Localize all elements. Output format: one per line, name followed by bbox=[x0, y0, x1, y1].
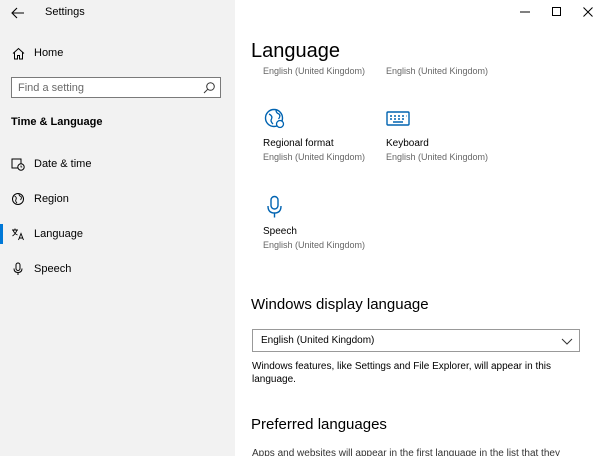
keyboard-icon bbox=[386, 111, 410, 126]
display-language-description: Windows features, like Settings and File… bbox=[252, 361, 552, 385]
maximize-button[interactable] bbox=[542, 2, 572, 22]
sidebar-item-date-time[interactable]: Date & time bbox=[0, 149, 235, 179]
sidebar-item-label: Home bbox=[34, 47, 64, 59]
search-box[interactable] bbox=[11, 77, 221, 98]
partial-item-subtitle: English (United Kingdom) bbox=[386, 66, 489, 76]
dropdown-value: English (United Kingdom) bbox=[261, 335, 375, 346]
sidebar-item-label: Language bbox=[34, 228, 83, 240]
tile-subtitle: English (United Kingdom) bbox=[263, 152, 366, 162]
minimize-icon bbox=[520, 11, 530, 13]
sidebar: Settings Home Time & Language Date & tim… bbox=[0, 0, 235, 456]
sidebar-item-language[interactable]: Language bbox=[0, 219, 235, 249]
preferred-languages-heading: Preferred languages bbox=[251, 416, 387, 433]
tile-name: Keyboard bbox=[386, 138, 429, 149]
tile-keyboard[interactable]: Keyboard English (United Kingdom) bbox=[386, 107, 488, 162]
tile-speech[interactable]: Speech English (United Kingdom) bbox=[263, 195, 365, 250]
back-button[interactable] bbox=[8, 4, 28, 22]
maximize-icon bbox=[552, 7, 561, 16]
display-language-heading: Windows display language bbox=[251, 296, 429, 313]
partial-item-subtitle: English (United Kingdom) bbox=[263, 66, 366, 76]
tile-subtitle: English (United Kingdom) bbox=[263, 240, 366, 250]
minimize-button[interactable] bbox=[510, 2, 540, 22]
display-language-dropdown[interactable]: English (United Kingdom) bbox=[252, 329, 580, 352]
region-icon bbox=[10, 191, 26, 207]
sidebar-item-label: Region bbox=[34, 193, 69, 205]
microphone-icon bbox=[267, 195, 282, 218]
home-icon bbox=[10, 45, 26, 61]
preferred-languages-description: Apps and websites will appear in the fir… bbox=[252, 448, 560, 456]
date-time-icon bbox=[10, 156, 26, 172]
close-button[interactable] bbox=[573, 2, 600, 22]
language-icon bbox=[10, 226, 26, 242]
sidebar-item-region[interactable]: Region bbox=[0, 184, 235, 214]
tile-subtitle: English (United Kingdom) bbox=[386, 152, 489, 162]
search-input[interactable] bbox=[18, 80, 198, 95]
sidebar-item-home[interactable]: Home bbox=[0, 38, 235, 68]
regional-format-icon bbox=[264, 108, 285, 129]
back-arrow-icon bbox=[11, 7, 24, 19]
section-heading: Time & Language bbox=[11, 116, 103, 128]
sidebar-item-label: Date & time bbox=[34, 158, 92, 170]
main-content: Language English (United Kingdom) Englis… bbox=[235, 0, 600, 456]
microphone-icon bbox=[10, 261, 26, 277]
tile-regional-format[interactable]: Regional format English (United Kingdom) bbox=[263, 107, 365, 162]
window-title: Settings bbox=[45, 6, 85, 18]
sidebar-item-label: Speech bbox=[34, 263, 72, 275]
chevron-down-icon bbox=[561, 338, 573, 345]
search-icon[interactable] bbox=[202, 81, 216, 95]
sidebar-item-speech[interactable]: Speech bbox=[0, 254, 235, 284]
tile-name: Speech bbox=[263, 226, 297, 237]
tile-name: Regional format bbox=[263, 138, 334, 149]
close-icon bbox=[583, 7, 593, 17]
page-title: Language bbox=[251, 40, 340, 62]
